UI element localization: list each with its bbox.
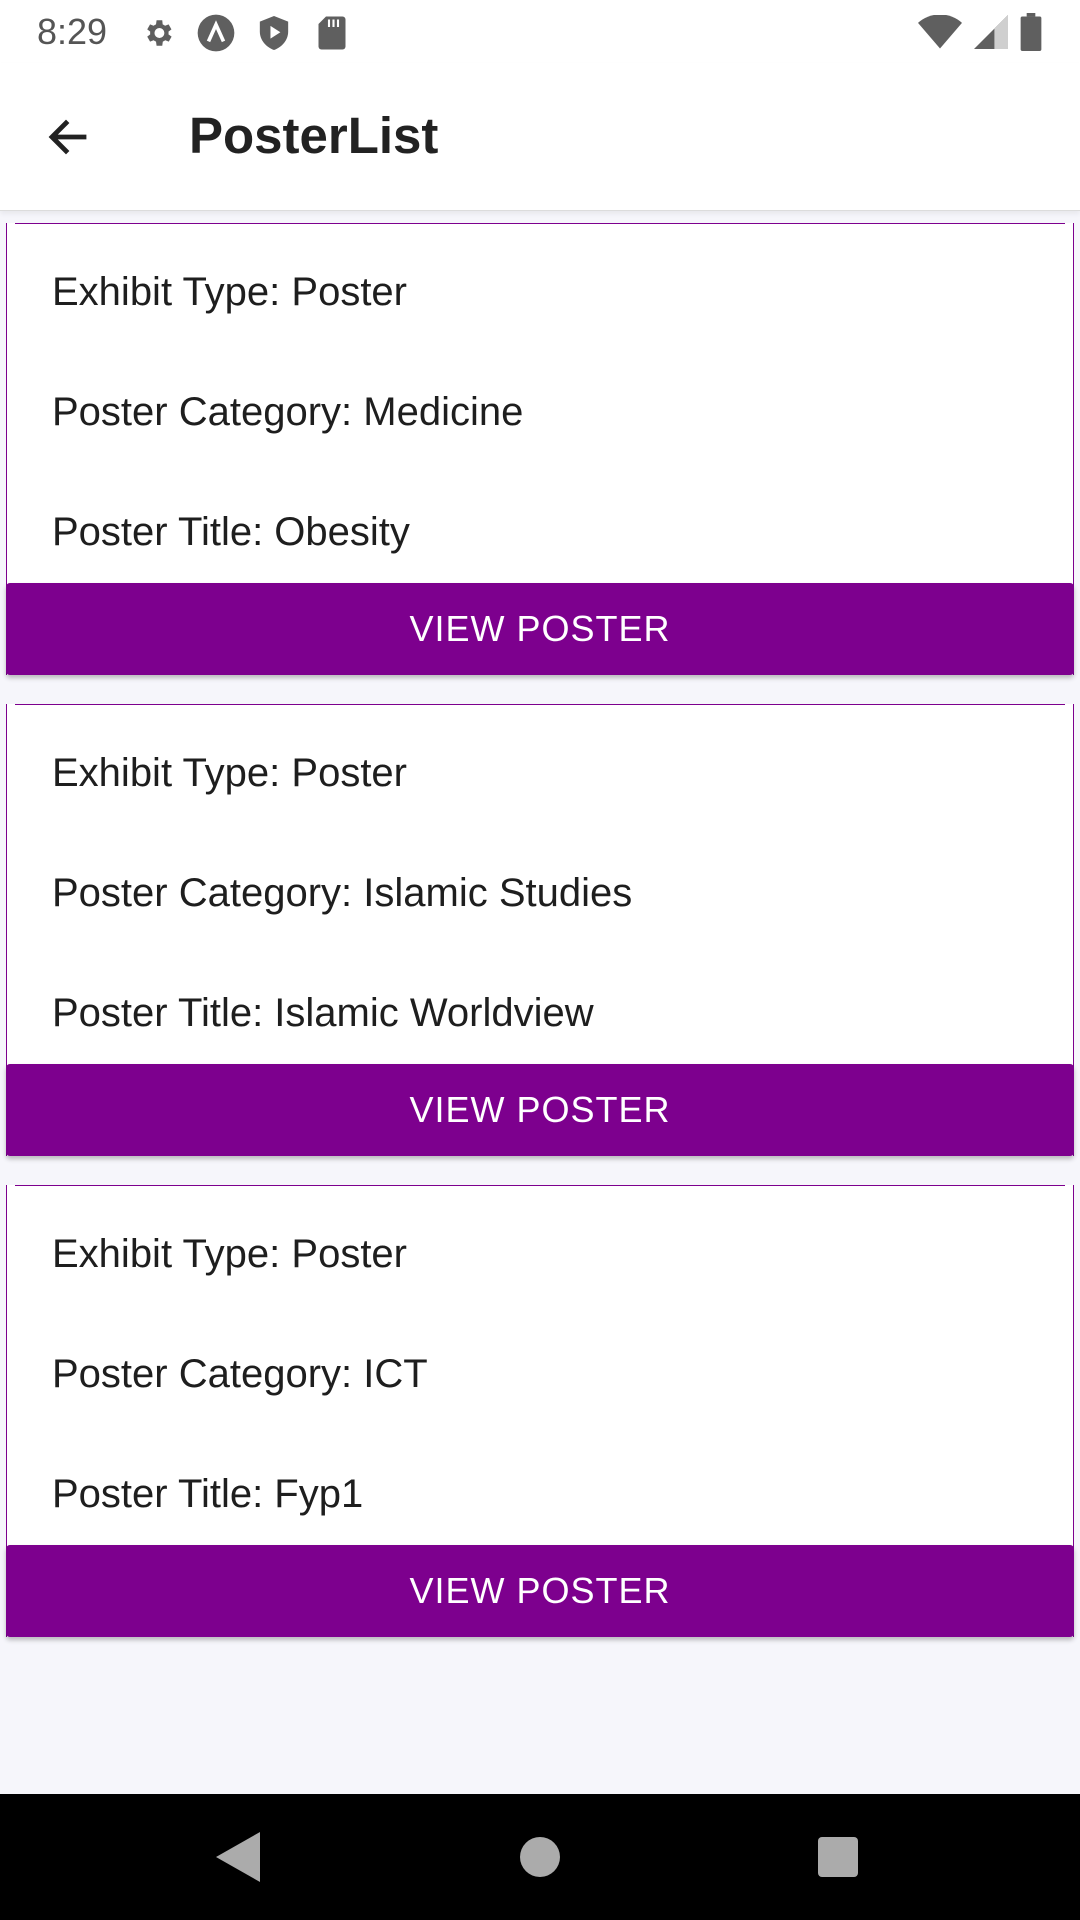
view-poster-button[interactable]: VIEW POSTER bbox=[6, 583, 1074, 675]
wifi-icon bbox=[918, 15, 962, 49]
poster-title-text: Poster Title: Fyp1 bbox=[52, 1472, 364, 1516]
poster-card: Exhibit Type: Poster Poster Category: Me… bbox=[6, 223, 1074, 675]
arrow-left-icon bbox=[48, 119, 87, 155]
back-triangle-icon bbox=[216, 1832, 260, 1882]
status-icons-left bbox=[138, 13, 352, 53]
sd-card-icon bbox=[312, 13, 352, 53]
exhibit-type-text: Exhibit Type: Poster bbox=[52, 270, 407, 314]
page-title: PosterList bbox=[189, 107, 439, 164]
poster-title-text: Poster Title: Obesity bbox=[52, 510, 410, 554]
recents-square-icon bbox=[818, 1837, 858, 1877]
poster-category-text: Poster Category: Islamic Studies bbox=[52, 871, 633, 915]
nav-back-button[interactable] bbox=[208, 1827, 268, 1887]
status-icons-right bbox=[918, 13, 1042, 51]
poster-category-text: Poster Category: Medicine bbox=[52, 390, 524, 434]
poster-title-text: Poster Title: Islamic Worldview bbox=[52, 991, 594, 1035]
poster-card: Exhibit Type: Poster Poster Category: IC… bbox=[6, 1185, 1074, 1637]
exhibit-type-text: Exhibit Type: Poster bbox=[52, 1232, 407, 1276]
exhibit-type-text: Exhibit Type: Poster bbox=[52, 751, 407, 795]
back-button[interactable] bbox=[38, 107, 98, 167]
battery-icon bbox=[1020, 13, 1042, 51]
app-notification-icon bbox=[196, 13, 236, 53]
system-navigation-bar bbox=[0, 1794, 1080, 1920]
settings-gear-icon bbox=[138, 13, 178, 53]
app-bar: PosterList bbox=[0, 63, 1080, 211]
play-shield-icon bbox=[254, 13, 294, 53]
poster-category-text: Poster Category: ICT bbox=[52, 1352, 428, 1396]
nav-recents-button[interactable] bbox=[808, 1827, 868, 1887]
cellular-signal-icon bbox=[974, 15, 1008, 49]
poster-card: Exhibit Type: Poster Poster Category: Is… bbox=[6, 704, 1074, 1156]
status-bar: 8:29 bbox=[0, 0, 1080, 63]
home-circle-icon bbox=[520, 1837, 560, 1877]
status-time: 8:29 bbox=[37, 11, 108, 52]
nav-home-button[interactable] bbox=[510, 1827, 570, 1887]
view-poster-button[interactable]: VIEW POSTER bbox=[6, 1064, 1074, 1156]
view-poster-button[interactable]: VIEW POSTER bbox=[6, 1545, 1074, 1637]
